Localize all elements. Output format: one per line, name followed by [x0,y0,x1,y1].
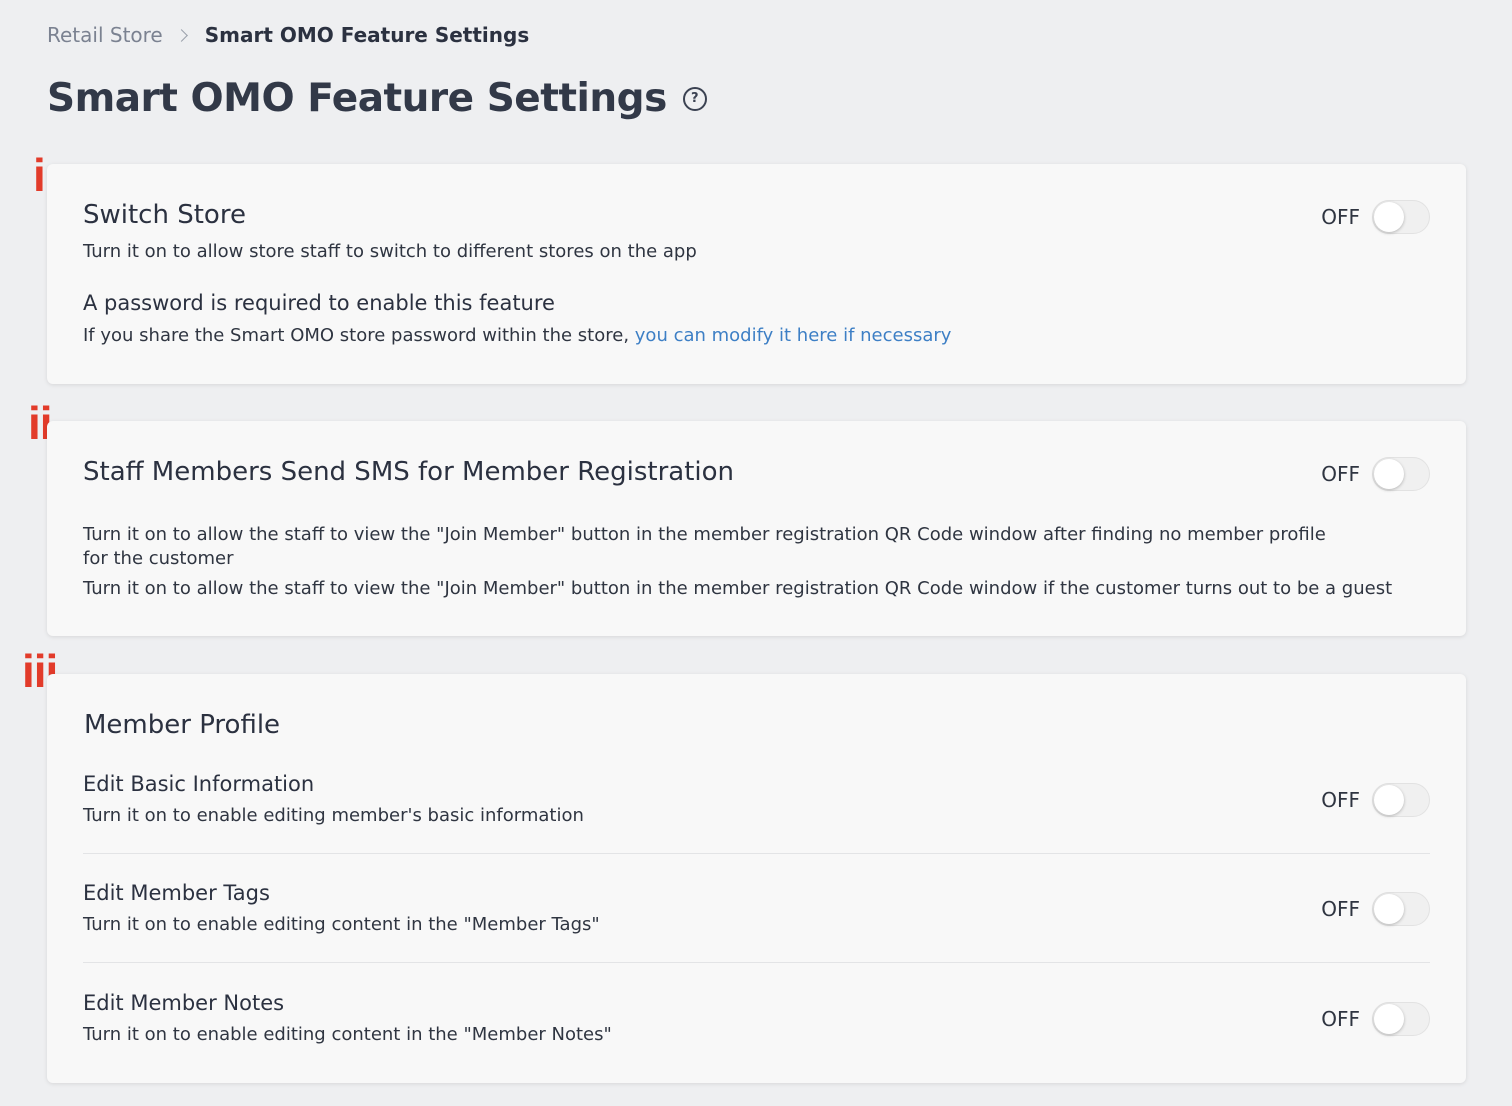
chevron-right-icon [174,28,188,42]
edit-member-tags-title: Edit Member Tags [83,881,270,905]
toggle-knob [1374,785,1404,815]
toggle-knob [1374,202,1404,232]
switch-store-toggle-group: OFF [1321,200,1430,234]
switch-store-toggle-label: OFF [1321,205,1360,229]
sms-registration-description-1: Turn it on to allow the staff to view th… [83,524,1326,569]
switch-store-description: Turn it on to allow store staff to switc… [83,241,697,262]
edit-member-notes-description: Turn it on to enable editing content in … [83,1024,612,1045]
toggle-knob [1374,459,1404,489]
edit-member-notes-toggle-label: OFF [1321,1007,1360,1031]
edit-basic-info-description: Turn it on to enable editing member's ba… [83,805,584,826]
breadcrumb: Retail Store Smart OMO Feature Settings [47,20,529,50]
sms-registration-toggle-label: OFF [1321,462,1360,486]
password-heading: A password is required to enable this fe… [83,291,555,315]
edit-member-notes-toggle[interactable] [1372,1002,1430,1036]
divider [83,962,1430,963]
breadcrumb-current: Smart OMO Feature Settings [204,23,530,47]
sms-registration-description-2: Turn it on to allow the staff to view th… [83,578,1393,599]
edit-basic-info-toggle[interactable] [1372,783,1430,817]
sms-registration-toggle-group: OFF [1321,457,1430,491]
password-text-row: If you share the Smart OMO store passwor… [83,324,951,348]
divider [83,853,1430,854]
sms-registration-card: Staff Members Send SMS for Member Regist… [47,421,1466,636]
breadcrumb-retail-store[interactable]: Retail Store [47,23,163,47]
sms-registration-title: Staff Members Send SMS for Member Regist… [83,457,735,487]
edit-basic-info-toggle-group: OFF [1321,783,1430,817]
page-title-row: Smart OMO Feature Settings ? [47,76,707,121]
switch-store-title: Switch Store [83,200,246,230]
member-profile-card: Member Profile Edit Basic Information Tu… [47,674,1466,1083]
edit-member-tags-toggle-group: OFF [1321,892,1430,926]
password-text: If you share the Smart OMO store passwor… [83,325,635,346]
edit-basic-info-toggle-label: OFF [1321,788,1360,812]
member-profile-title: Member Profile [84,710,281,740]
modify-password-link[interactable]: you can modify it here if necessary [635,325,952,346]
switch-store-card: Switch Store OFF Turn it on to allow sto… [47,164,1466,384]
edit-member-tags-description: Turn it on to enable editing content in … [83,914,600,935]
toggle-knob [1374,894,1404,924]
edit-member-notes-title: Edit Member Notes [83,991,285,1015]
edit-member-notes-toggle-group: OFF [1321,1002,1430,1036]
switch-store-toggle[interactable] [1372,200,1430,234]
edit-member-tags-toggle-label: OFF [1321,897,1360,921]
question-circle-icon[interactable]: ? [682,86,707,111]
toggle-knob [1374,1004,1404,1034]
sms-registration-toggle[interactable] [1372,457,1430,491]
page-title: Smart OMO Feature Settings [47,76,667,121]
edit-member-tags-toggle[interactable] [1372,892,1430,926]
edit-basic-info-title: Edit Basic Information [83,772,315,796]
